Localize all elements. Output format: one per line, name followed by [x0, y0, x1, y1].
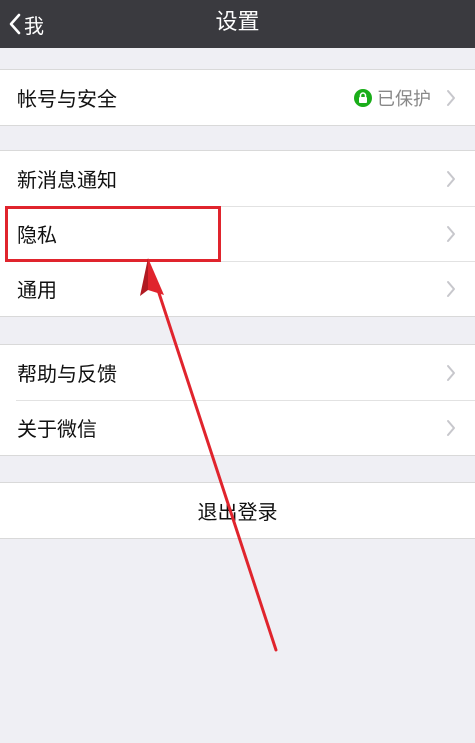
chevron-right-icon	[446, 225, 456, 243]
protection-status: 已保护	[354, 85, 431, 111]
logout-button[interactable]: 退出登录	[0, 482, 475, 539]
cell-privacy[interactable]: 隐私	[0, 206, 475, 261]
lock-icon	[354, 88, 372, 107]
cell-help-feedback[interactable]: 帮助与反馈	[0, 345, 475, 400]
cell-about-wechat[interactable]: 关于微信	[0, 400, 475, 455]
logout-label: 退出登录	[197, 500, 278, 524]
navigation-bar: 我 设置	[0, 0, 475, 48]
page-title: 设置	[215, 10, 260, 35]
status-text: 已保护	[377, 88, 431, 110]
cell-general[interactable]: 通用	[0, 261, 475, 316]
chevron-right-icon	[446, 419, 456, 437]
chevron-right-icon	[446, 280, 456, 298]
settings-group-account: 帐号与安全 已保护	[0, 69, 475, 126]
cell-label: 关于微信	[17, 417, 97, 441]
cell-label: 通用	[17, 278, 57, 302]
settings-group-help: 帮助与反馈 关于微信	[0, 344, 475, 456]
cell-label: 新消息通知	[17, 168, 117, 192]
cell-new-message-notification[interactable]: 新消息通知	[0, 151, 475, 206]
cell-label: 帮助与反馈	[17, 362, 117, 386]
cell-account-security[interactable]: 帐号与安全 已保护	[0, 70, 475, 125]
chevron-right-icon	[446, 364, 456, 382]
cell-label: 帐号与安全	[17, 87, 117, 111]
cell-label: 隐私	[17, 223, 57, 247]
chevron-right-icon	[446, 89, 456, 107]
settings-group-general: 新消息通知 隐私 通用	[0, 150, 475, 317]
chevron-right-icon	[446, 170, 456, 188]
